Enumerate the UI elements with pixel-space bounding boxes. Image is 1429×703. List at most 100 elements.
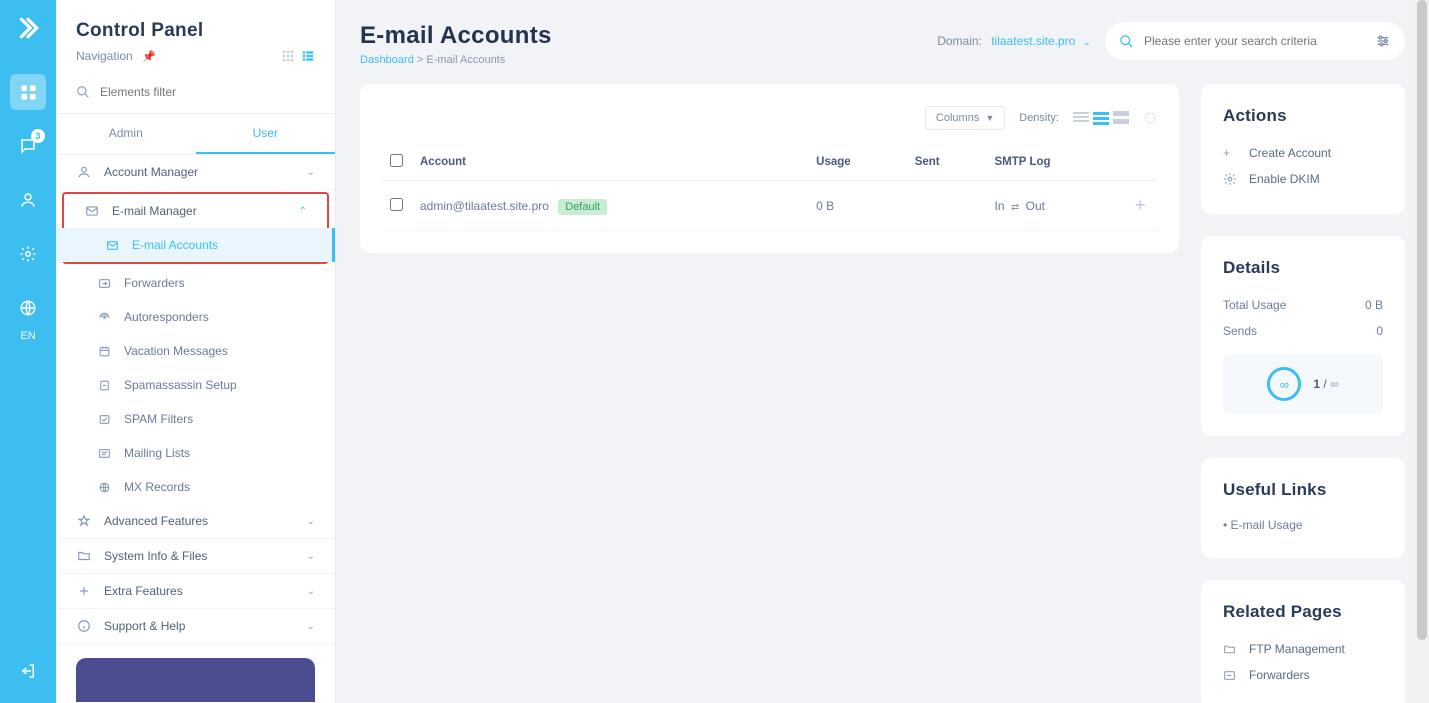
related-pages-title: Related Pages [1223,602,1383,622]
chevron-down-icon: ⌄ [307,586,315,597]
density-medium-icon[interactable] [1093,111,1109,125]
table-row[interactable]: admin@tilaatest.site.pro Default 0 B In … [382,181,1157,231]
col-smtp[interactable]: SMTP Log [987,144,1127,181]
scrollbar-thumb[interactable] [1417,0,1427,640]
gear-icon [1223,172,1239,186]
scrollbar[interactable] [1415,0,1429,703]
email-usage-link[interactable]: • E-mail Usage [1223,514,1383,536]
nav-email-accounts[interactable]: E-mail Accounts [56,228,335,262]
mail-icon [84,204,100,218]
list-icon [96,447,112,460]
row-checkbox[interactable] [390,198,403,211]
nav-email-manager[interactable]: E-mail Manager ⌃ [56,194,335,228]
details-card: Details Total Usage 0 B Sends 0 ∞ [1201,236,1405,436]
create-account-action[interactable]: + Create Account [1223,140,1383,166]
rail-lang-label: EN [20,330,35,342]
crumb-dashboard[interactable]: Dashboard [360,54,414,66]
related-ftp[interactable]: FTP Management [1223,636,1383,662]
plus-icon: + [1223,146,1239,160]
total-usage-label: Total Usage [1223,298,1286,312]
rail-dashboard-icon[interactable] [10,74,46,110]
nav-autoresponders[interactable]: Autoresponders [56,300,335,334]
view-grid-icon[interactable] [281,49,295,63]
search-icon [1119,34,1134,49]
nav-vacation[interactable]: Vacation Messages [56,334,335,368]
nav-support[interactable]: Support & Help ⌄ [56,609,335,644]
search-icon [76,85,90,99]
icon-rail: 3 EN [0,0,56,703]
nav-spamfilters[interactable]: SPAM Filters [56,402,335,436]
nav-mx[interactable]: MX Records [56,470,335,504]
sends-value: 0 [1376,324,1383,338]
chevron-down-icon: ⌄ [307,621,315,632]
account-email: admin@tilaatest.site.pro [420,199,549,213]
sidebar-cta-button[interactable] [76,658,315,702]
search-input[interactable] [1144,34,1365,48]
expand-row-icon[interactable]: + [1135,195,1146,215]
actions-card: Actions + Create Account Enable DKIM [1201,84,1405,214]
quota-widget: ∞ 1 / ∞ [1223,354,1383,414]
col-usage[interactable]: Usage [808,144,907,181]
sidebar: Control Panel Navigation 📌 [56,0,336,703]
chevron-down-icon: ⌄ [307,551,315,562]
mail-icon [104,239,120,252]
swap-icon: ⇄ [1011,202,1019,213]
main-content: E-mail Accounts Dashboard > E-mail Accou… [336,0,1429,703]
useful-links-title: Useful Links [1223,480,1383,500]
info-icon [76,619,92,633]
details-title: Details [1223,258,1383,278]
sliders-icon[interactable] [1375,33,1391,49]
account-sent [907,181,987,231]
density-large-icon[interactable] [1113,111,1129,125]
page-title: E-mail Accounts [360,22,552,50]
pin-icon[interactable]: 📌 [142,51,156,63]
filter-icon [96,413,112,426]
forward-icon [96,277,112,290]
col-account[interactable]: Account [412,144,808,181]
tab-user[interactable]: User [196,114,336,154]
actions-title: Actions [1223,106,1383,126]
nav-account-manager[interactable]: Account Manager ⌄ [56,155,335,190]
nav-sysinfo[interactable]: System Info & Files ⌄ [56,539,335,574]
broadcast-icon [96,311,112,324]
rail-lang-icon[interactable] [10,290,46,326]
smtp-log[interactable]: In ⇄ Out [987,181,1127,231]
rail-chat-icon[interactable]: 3 [10,128,46,164]
nav-spamassassin[interactable]: Spamassassin Setup [56,368,335,402]
chevron-up-icon: ⌃ [299,206,307,217]
density-label: Density: [1019,112,1059,124]
nav-mailing[interactable]: Mailing Lists [56,436,335,470]
select-all-checkbox[interactable] [390,154,403,167]
forward-icon [1223,669,1239,682]
total-usage-value: 0 B [1365,298,1383,312]
breadcrumb: Dashboard > E-mail Accounts [360,54,552,66]
rail-logout-icon[interactable] [10,653,46,689]
col-sent[interactable]: Sent [907,144,987,181]
star-icon [76,514,92,528]
folder-icon [76,549,92,563]
nav-forwarders[interactable]: Forwarders [56,266,335,300]
plus-icon [76,584,92,598]
logo-icon[interactable] [12,12,44,44]
nav-advanced[interactable]: Advanced Features ⌄ [56,504,335,539]
sends-label: Sends [1223,324,1257,338]
chevron-down-icon: ⌄ [307,516,315,527]
quota-ring-icon: ∞ [1267,367,1301,401]
domain-selector[interactable]: Domain: tilaatest.site.pro ⌄ [937,34,1091,48]
accounts-table-card: Columns ▼ Density: [360,84,1179,253]
useful-links-card: Useful Links • E-mail Usage [1201,458,1405,558]
tab-admin[interactable]: Admin [56,114,196,154]
reload-icon[interactable] [1143,111,1157,125]
sidebar-subtitle: Navigation [76,49,133,63]
nav-extra[interactable]: Extra Features ⌄ [56,574,335,609]
related-forwarders[interactable]: Forwarders [1223,662,1383,688]
default-badge: Default [558,199,607,215]
enable-dkim-action[interactable]: Enable DKIM [1223,166,1383,192]
rail-settings-icon[interactable] [10,236,46,272]
columns-button[interactable]: Columns ▼ [925,106,1005,130]
density-compact-icon[interactable] [1073,111,1089,125]
sidebar-title: Control Panel [76,20,315,42]
view-list-icon[interactable] [301,49,315,63]
rail-user-icon[interactable] [10,182,46,218]
elements-filter-input[interactable] [100,85,315,99]
